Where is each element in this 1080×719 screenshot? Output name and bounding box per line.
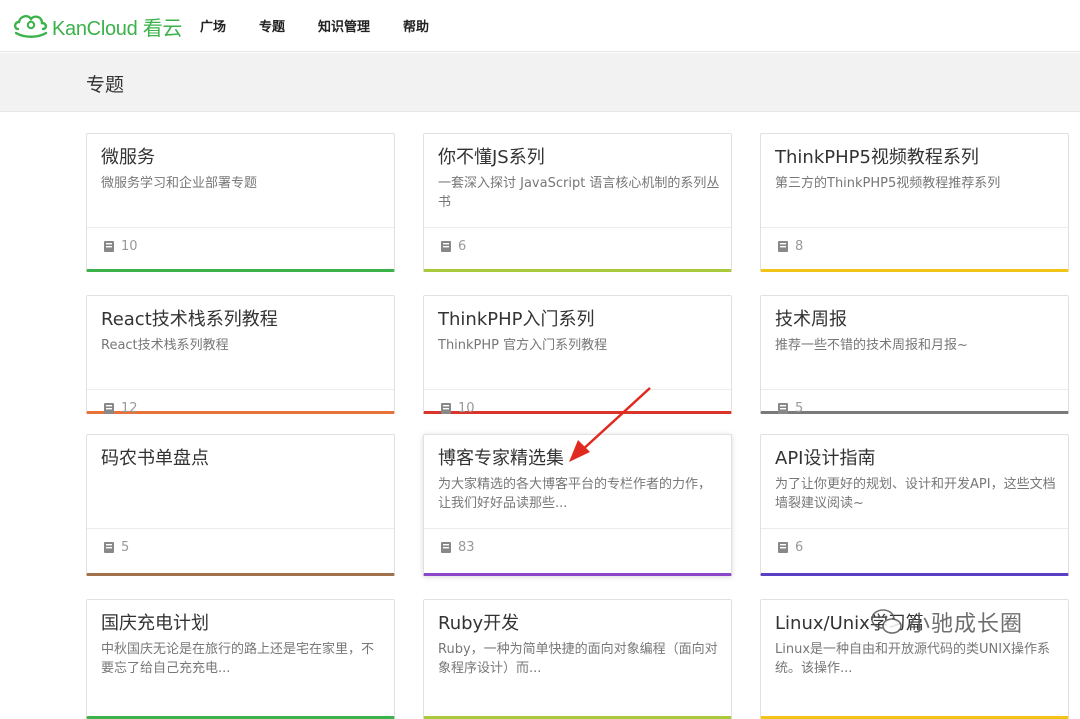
wechat-icon xyxy=(871,609,902,634)
topic-card[interactable]: 国庆充电计划中秋国庆无论是在旅行的路上还是宅在家里，不要忘了给自己充充电... xyxy=(86,599,395,719)
card-description: 推荐一些不错的技术周报和月报~ xyxy=(775,338,968,353)
card-book-count: 6 xyxy=(440,239,466,254)
card-book-count: 10 xyxy=(103,239,138,254)
topic-card[interactable]: React技术栈系列教程 React技术栈系列教程 12 xyxy=(86,295,395,416)
topic-card[interactable]: 博客专家精选集为大家精选的各大博客平台的专栏作者的力作，让我们好好品读那些...… xyxy=(423,434,732,576)
card-divider xyxy=(424,227,731,228)
card-title[interactable]: 微服务 xyxy=(101,143,155,169)
book-count-value: 6 xyxy=(458,239,467,254)
card-description: Linux是一种自由和开放源代码的类UNIX操作系统。该操作... xyxy=(775,642,1051,676)
book-icon xyxy=(778,542,788,553)
card-description: 微服务学习和企业部署专题 xyxy=(101,176,258,191)
top-navbar: KanCloud 看云 广场 专题 知识管理 帮助 xyxy=(0,0,1080,52)
topic-card[interactable]: ThinkPHP5视频教程系列第三方的ThinkPHP5视频教程推荐系列 8 xyxy=(760,133,1069,272)
logo-text: KanCloud 看云 xyxy=(52,17,183,40)
card-title[interactable]: React技术栈系列教程 xyxy=(101,305,278,331)
card-description: React技术栈系列教程 xyxy=(101,338,229,353)
card-book-count: 5 xyxy=(103,540,129,555)
nav-item-plaza[interactable]: 广场 xyxy=(200,16,226,35)
topic-card[interactable]: 微服务微服务学习和企业部署专题 10 xyxy=(86,133,395,272)
card-book-count: 10 xyxy=(440,401,475,416)
book-count-value: 10 xyxy=(121,239,138,254)
card-divider xyxy=(761,227,1068,228)
watermark: 小驰成长圈 xyxy=(870,606,1023,638)
card-title[interactable]: 博客专家精选集 xyxy=(438,444,564,470)
topic-card[interactable]: 技术周报推荐一些不错的技术周报和月报~ 5 xyxy=(760,295,1069,416)
card-title[interactable]: 码农书单盘点 xyxy=(101,444,209,470)
card-description: 中秋国庆无论是在旅行的路上还是宅在家里，不要忘了给自己充充电... xyxy=(101,642,375,676)
card-divider xyxy=(424,389,731,390)
book-count-value: 10 xyxy=(458,401,475,416)
book-count-value: 6 xyxy=(795,540,804,555)
book-count-value: 83 xyxy=(458,540,475,555)
page-banner: 专题 xyxy=(0,53,1080,112)
card-book-count: 8 xyxy=(777,239,803,254)
topic-card[interactable]: ThinkPHP入门系列 ThinkPHP 官方入门系列教程 10 xyxy=(423,295,732,416)
card-book-count: 5 xyxy=(777,401,803,416)
book-count-value: 5 xyxy=(121,540,130,555)
card-divider xyxy=(87,227,394,228)
nav-item-topics[interactable]: 专题 xyxy=(259,16,285,35)
nav-item-knowledge[interactable]: 知识管理 xyxy=(318,16,370,35)
card-title[interactable]: API设计指南 xyxy=(775,444,875,470)
card-description: ThinkPHP 官方入门系列教程 xyxy=(438,338,608,353)
book-icon xyxy=(778,241,788,252)
card-divider xyxy=(424,528,731,529)
cloud-logo-icon xyxy=(13,14,48,38)
book-icon xyxy=(441,542,451,553)
card-title[interactable]: ThinkPHP5视频教程系列 xyxy=(775,143,979,169)
topic-card[interactable]: Ruby开发 Ruby，一种为简单快捷的面向对象编程（面向对象程序设计）而... xyxy=(423,599,732,719)
book-icon xyxy=(104,403,114,414)
book-icon xyxy=(441,241,451,252)
card-title[interactable]: Ruby开发 xyxy=(438,609,519,635)
book-count-value: 8 xyxy=(795,239,804,254)
card-title[interactable]: 你不懂JS系列 xyxy=(438,143,545,169)
watermark-text: 小驰成长圈 xyxy=(908,612,1024,637)
book-count-value: 12 xyxy=(121,401,138,416)
topic-card[interactable]: API设计指南为了让你更好的规划、设计和开发API，这些文档墙裂建议阅读~ 6 xyxy=(760,434,1069,576)
card-book-count: 83 xyxy=(440,540,475,555)
card-description: 一套深入探讨 JavaScript 语言核心机制的系列丛书 xyxy=(438,176,720,210)
card-divider xyxy=(87,389,394,390)
book-icon xyxy=(441,403,451,414)
book-icon xyxy=(778,403,788,414)
card-divider xyxy=(761,389,1068,390)
book-count-value: 5 xyxy=(795,401,804,416)
book-icon xyxy=(104,542,114,553)
card-divider xyxy=(761,528,1068,529)
card-description: 为了让你更好的规划、设计和开发API，这些文档墙裂建议阅读~ xyxy=(775,477,1056,511)
nav-item-help[interactable]: 帮助 xyxy=(403,16,429,35)
card-title[interactable]: 技术周报 xyxy=(775,305,847,331)
card-description: 第三方的ThinkPHP5视频教程推荐系列 xyxy=(775,176,1001,191)
kancloud-logo[interactable]: KanCloud 看云 xyxy=(12,10,182,42)
card-book-count: 12 xyxy=(103,401,138,416)
card-divider xyxy=(87,528,394,529)
card-title[interactable]: ThinkPHP入门系列 xyxy=(438,305,594,331)
card-title[interactable]: 国庆充电计划 xyxy=(101,609,209,635)
topic-card[interactable]: 你不懂JS系列一套深入探讨 JavaScript 语言核心机制的系列丛书 6 xyxy=(423,133,732,272)
book-icon xyxy=(104,241,114,252)
topic-card[interactable]: 码农书单盘点 5 xyxy=(86,434,395,576)
page-title: 专题 xyxy=(86,74,125,96)
card-book-count: 6 xyxy=(777,540,803,555)
card-description: Ruby，一种为简单快捷的面向对象编程（面向对象程序设计）而... xyxy=(438,642,718,676)
card-description: 为大家精选的各大博客平台的专栏作者的力作，让我们好好品读那些... xyxy=(438,477,712,511)
